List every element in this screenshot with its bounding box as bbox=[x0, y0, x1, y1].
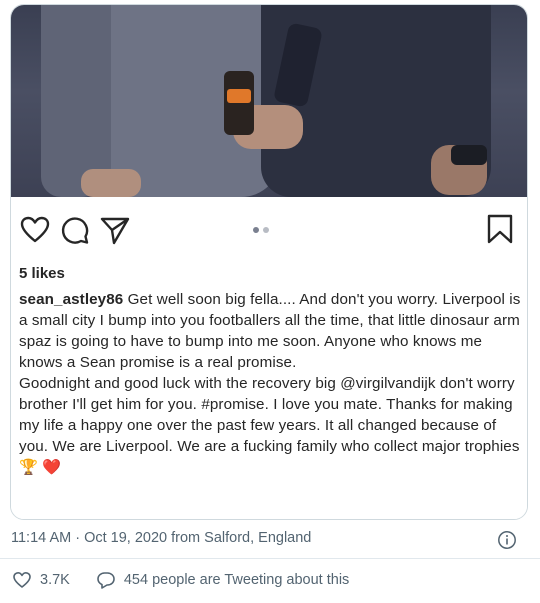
post-username[interactable]: sean_astley86 bbox=[19, 291, 123, 308]
hand-left bbox=[81, 169, 141, 197]
comment-icon[interactable] bbox=[59, 214, 91, 246]
heart-icon[interactable] bbox=[19, 214, 51, 246]
media-card[interactable]: 5 likes sean_astley86 Get well soon big … bbox=[10, 4, 528, 520]
post-actions bbox=[19, 213, 139, 247]
divider bbox=[0, 558, 540, 559]
conversation-text: 454 people are Tweeting about this bbox=[123, 572, 350, 588]
like-count: 3.7K bbox=[40, 572, 70, 588]
carousel-dot bbox=[263, 227, 269, 233]
drink-can bbox=[224, 71, 254, 135]
bookmark-icon[interactable] bbox=[485, 213, 515, 250]
like-button[interactable]: 3.7K bbox=[12, 570, 70, 590]
carousel-dots bbox=[253, 227, 273, 233]
share-icon[interactable] bbox=[99, 214, 131, 246]
tweet-timestamp[interactable]: 11:14 AM · Oct 19, 2020 from Salford, En… bbox=[11, 530, 311, 546]
tweet-timestamp-row: 11:14 AM · Oct 19, 2020 from Salford, En… bbox=[11, 530, 531, 550]
heart-outline-icon bbox=[13, 572, 31, 588]
reply-bubble-icon bbox=[97, 572, 115, 589]
info-icon[interactable] bbox=[497, 530, 517, 554]
post-photo bbox=[11, 5, 527, 197]
likes-count[interactable]: 5 likes bbox=[19, 265, 65, 282]
instagram-post: 5 likes sean_astley86 Get well soon big … bbox=[11, 197, 527, 519]
caption-emojis: 🏆 ❤️ bbox=[19, 459, 62, 476]
engagement-bar: 3.7K 454 people are Tweeting about this bbox=[12, 569, 349, 591]
conversation-link[interactable]: 454 people are Tweeting about this bbox=[96, 570, 349, 590]
caption-text-2: Goodnight and good luck with the recover… bbox=[19, 375, 520, 455]
carousel-dot-active bbox=[253, 227, 259, 233]
post-caption: sean_astley86 Get well soon big fella...… bbox=[19, 289, 523, 478]
wristwatch bbox=[451, 145, 487, 165]
